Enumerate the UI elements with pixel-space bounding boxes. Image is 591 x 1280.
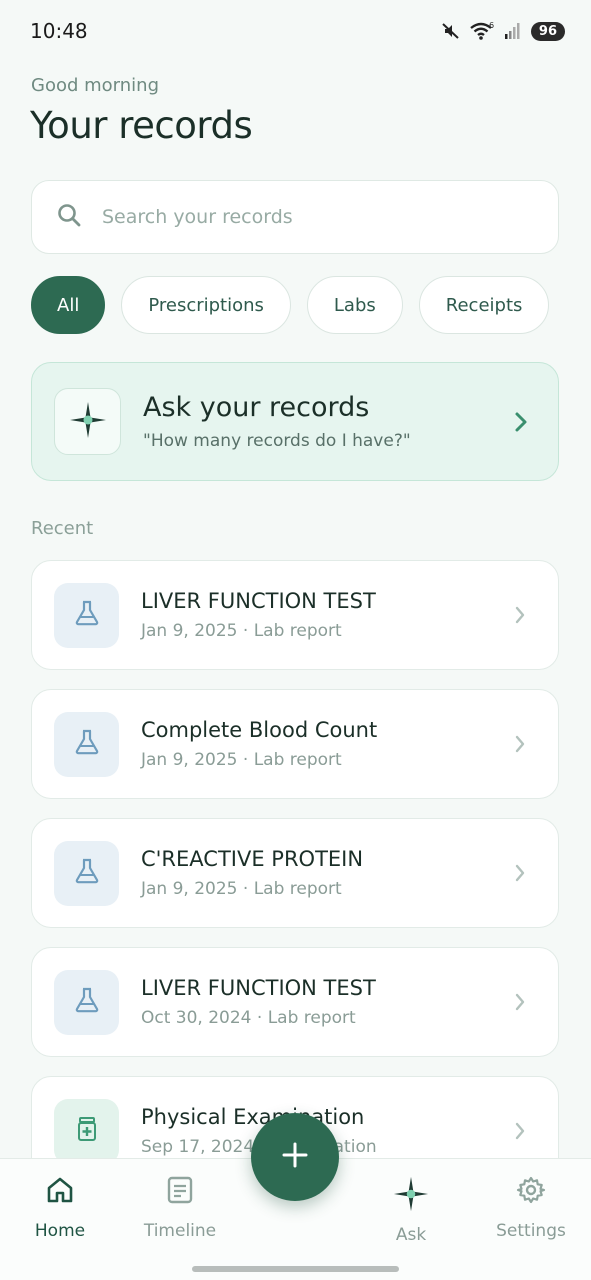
nav-settings-label: Settings (496, 1221, 566, 1241)
search-input[interactable] (102, 206, 502, 228)
record-meta: Jan 9, 2025 · Lab report (141, 879, 342, 899)
record-title: Physical Examination (141, 1105, 365, 1129)
record-item[interactable]: LIVER FUNCTION TEST Jan 9, 2025 · Lab re… (31, 560, 559, 670)
chevron-right-icon (514, 863, 526, 883)
nav-timeline[interactable]: Timeline (125, 1175, 235, 1241)
status-icons: 6 96 (441, 21, 565, 41)
record-title: C'REACTIVE PROTEIN (141, 847, 364, 871)
chevron-right-icon (514, 734, 526, 754)
signal-icon (503, 21, 523, 41)
chevron-right-icon (514, 992, 526, 1012)
status-time: 10:48 (30, 19, 88, 43)
wifi-superscript: 6 (489, 21, 494, 30)
ask-card-title: Ask your records (143, 392, 370, 423)
record-item[interactable]: LIVER FUNCTION TEST Oct 30, 2024 · Lab r… (31, 947, 559, 1057)
flask-icon (73, 728, 101, 760)
gear-icon (516, 1175, 546, 1209)
flask-icon (73, 857, 101, 889)
record-title: LIVER FUNCTION TEST (141, 589, 376, 613)
record-meta: Oct 30, 2024 · Lab report (141, 1008, 356, 1028)
add-record-button[interactable] (251, 1113, 339, 1201)
filter-chip-receipts[interactable]: Receipts (418, 276, 550, 334)
nav-home[interactable]: Home (5, 1175, 115, 1241)
nav-settings[interactable]: Settings (476, 1175, 586, 1241)
record-item[interactable]: Complete Blood Count Jan 9, 2025 · Lab r… (31, 689, 559, 799)
sparkle-icon (68, 400, 108, 444)
record-meta: Jan 9, 2025 · Lab report (141, 750, 342, 770)
nav-ask[interactable]: Ask (356, 1175, 466, 1245)
record-meta: Jan 9, 2025 · Lab report (141, 621, 342, 641)
nav-home-label: Home (34, 1221, 86, 1241)
document-icon (165, 1175, 195, 1209)
filter-chip-labs[interactable]: Labs (306, 276, 403, 334)
flask-icon (73, 986, 101, 1018)
page-title: Your records (30, 104, 253, 147)
search-icon (56, 202, 82, 232)
record-icon-box (54, 840, 119, 906)
chevron-right-icon (514, 411, 528, 433)
greeting: Good morning (31, 75, 159, 96)
filter-chip-all[interactable]: All (31, 276, 106, 334)
record-title: Complete Blood Count (141, 718, 378, 742)
record-icon-box (54, 711, 119, 777)
ask-records-card[interactable]: Ask your records "How many records do I … (31, 362, 559, 481)
sparkle-icon (392, 1175, 430, 1217)
recent-records-list: LIVER FUNCTION TEST Jan 9, 2025 · Lab re… (0, 560, 591, 1158)
nav-timeline-label: Timeline (143, 1221, 217, 1241)
record-icon-box (54, 1098, 119, 1158)
mute-icon (441, 21, 461, 41)
chevron-right-icon (514, 605, 526, 625)
wifi-icon: 6 (469, 21, 495, 41)
ask-card-subtitle: "How many records do I have?" (143, 431, 411, 451)
filter-chip-prescriptions[interactable]: Prescriptions (121, 276, 291, 334)
filter-chips: All Prescriptions Labs Receipts (31, 276, 591, 334)
home-indicator (192, 1266, 399, 1272)
recent-section-label: Recent (31, 518, 94, 539)
record-item[interactable]: C'REACTIVE PROTEIN Jan 9, 2025 · Lab rep… (31, 818, 559, 928)
ask-icon-box (54, 388, 121, 455)
record-icon-box (54, 969, 119, 1035)
flask-icon (73, 599, 101, 631)
plus-icon (281, 1141, 309, 1173)
nav-ask-label: Ask (395, 1225, 427, 1245)
home-icon (45, 1175, 75, 1209)
search-box[interactable] (31, 180, 559, 254)
chevron-right-icon (514, 1121, 526, 1141)
record-icon-box (54, 582, 119, 648)
battery-indicator: 96 (530, 21, 565, 41)
record-title: LIVER FUNCTION TEST (141, 976, 376, 1000)
status-bar: 10:48 6 96 (0, 0, 591, 62)
medicine-bottle-icon (73, 1115, 101, 1147)
